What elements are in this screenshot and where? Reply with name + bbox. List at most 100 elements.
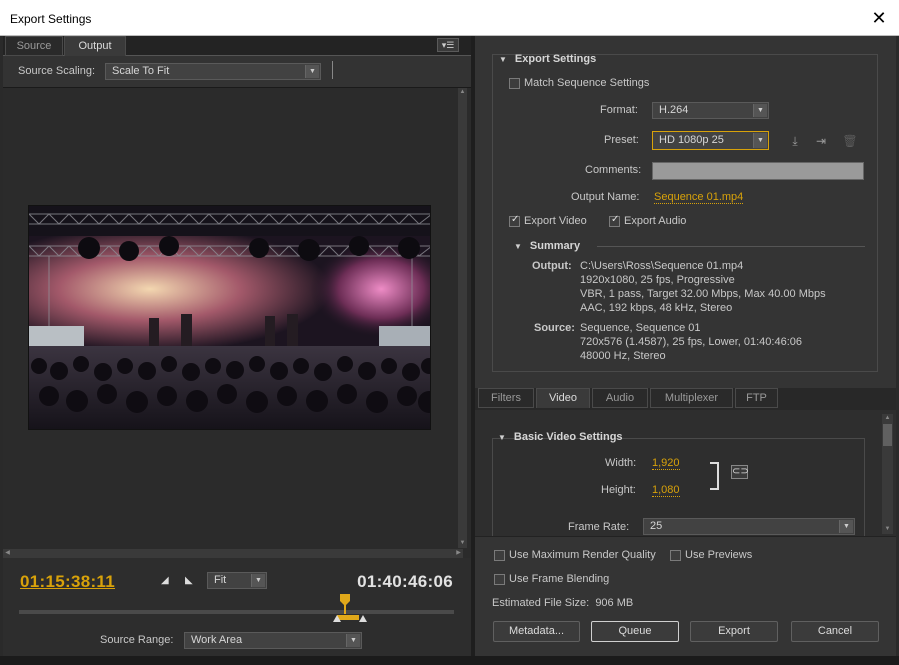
settings-scrollbar[interactable]: ▲ ▼: [882, 414, 893, 534]
export-video-checkbox[interactable]: [509, 214, 520, 227]
frame-blending-label: Use Frame Blending: [509, 573, 610, 585]
summary-output-line: VBR, 1 pass, Target 32.00 Mbps, Max 40.0…: [580, 288, 826, 300]
chevron-down-icon: ▼: [346, 634, 360, 647]
save-preset-icon[interactable]: ⤓: [786, 133, 804, 149]
preview-panel: Source Output ▾☰ Source Scaling: Scale T…: [3, 36, 471, 656]
preview-horizontal-scrollbar[interactable]: ◀ ▶: [3, 549, 463, 558]
settings-tabs: Filters Video Audio Multiplexer FTP: [475, 388, 896, 410]
chevron-down-icon: ▼: [753, 133, 767, 148]
tab-output[interactable]: Output: [64, 36, 126, 56]
preset-dropdown[interactable]: HD 1080p 25 ▼: [652, 131, 769, 150]
preview-area: ▲ ▼ ◀ ▶: [3, 88, 471, 558]
max-render-quality-checkbox[interactable]: [494, 550, 505, 561]
use-previews-label: Use Previews: [685, 549, 753, 561]
frame-blending-checkbox[interactable]: [494, 574, 505, 585]
export-button[interactable]: Export: [690, 621, 778, 642]
max-render-quality-label: Use Maximum Render Quality: [509, 549, 656, 561]
scroll-right-icon[interactable]: ▶: [454, 549, 463, 558]
preview-vertical-scrollbar[interactable]: ▲ ▼: [458, 88, 467, 548]
queue-button[interactable]: Queue: [591, 621, 679, 642]
height-value[interactable]: 1,080: [652, 484, 680, 497]
format-dropdown[interactable]: H.264 ▼: [652, 102, 769, 119]
tab-filters[interactable]: Filters: [478, 388, 534, 408]
bottom-panel: Use Maximum Render Quality Use Previews …: [475, 536, 896, 656]
chevron-down-icon: ▼: [753, 104, 767, 117]
timeline-track[interactable]: [19, 610, 454, 614]
source-scaling-label: Source Scaling:: [18, 65, 96, 77]
tab-ftp[interactable]: FTP: [735, 388, 778, 408]
tab-video[interactable]: Video: [536, 388, 590, 408]
source-range-dropdown[interactable]: Work Area ▼: [184, 632, 362, 649]
triangle-down-icon: ▼: [498, 433, 506, 442]
video-settings-scrollarea: ▼ Basic Video Settings Width: 1,920 Heigh…: [475, 410, 896, 536]
comments-field[interactable]: [652, 162, 864, 180]
comments-label: Comments:: [585, 164, 642, 176]
video-preview-frame: [28, 205, 431, 430]
summary-source-label: Source:: [534, 322, 575, 334]
export-settings-heading[interactable]: ▼ Export Settings: [499, 53, 596, 65]
use-previews-checkbox[interactable]: [670, 550, 681, 561]
chevron-down-icon: ▼: [251, 574, 265, 587]
basic-video-heading[interactable]: ▼ Basic Video Settings: [498, 431, 623, 443]
chevron-down-icon: ▼: [305, 65, 319, 78]
scroll-down-icon[interactable]: ▼: [882, 525, 893, 534]
separator: [332, 61, 333, 79]
zoom-dropdown[interactable]: Fit ▼: [207, 572, 267, 589]
scroll-left-icon[interactable]: ◀: [3, 549, 12, 558]
match-sequence-label: Match Sequence Settings: [524, 77, 650, 89]
match-sequence-checkbox[interactable]: [509, 78, 520, 89]
background-strip: [0, 656, 899, 665]
summary-heading[interactable]: ▼ Summary: [514, 240, 580, 252]
source-scaling-bar: Source Scaling: Scale To Fit ▼: [3, 56, 471, 88]
window-titlebar: Export Settings ✕: [0, 0, 899, 36]
current-timecode[interactable]: 01:15:38:11: [20, 572, 115, 592]
tab-audio[interactable]: Audio: [592, 388, 648, 408]
close-icon[interactable]: ✕: [859, 0, 899, 36]
width-label: Width:: [605, 457, 637, 469]
set-out-point-icon[interactable]: ◣: [185, 575, 193, 586]
scroll-thumb[interactable]: [883, 424, 892, 446]
source-scaling-dropdown[interactable]: Scale To Fit ▼: [105, 63, 321, 80]
preset-value: HD 1080p 25: [659, 134, 724, 146]
output-name-link[interactable]: Sequence 01.mp4: [654, 191, 744, 204]
work-area-bar[interactable]: [331, 613, 371, 623]
preview-tabs: Source Output ▾☰: [3, 36, 471, 56]
summary-source-line: Sequence, Sequence 01: [580, 322, 701, 334]
summary-output-line: AAC, 192 kbps, 48 kHz, Stereo: [580, 302, 733, 314]
scroll-up-icon[interactable]: ▲: [458, 88, 467, 97]
estimated-file-size: Estimated File Size: 906 MB: [492, 597, 634, 609]
panel-menu-icon[interactable]: ▾☰: [437, 38, 459, 52]
tab-multiplexer[interactable]: Multiplexer: [650, 388, 733, 408]
zoom-value: Fit: [214, 574, 227, 586]
playhead-icon[interactable]: [339, 594, 351, 614]
summary-source-line: 720x576 (1.4587), 25 fps, Lower, 01:40:4…: [580, 336, 802, 348]
scroll-down-icon[interactable]: ▼: [458, 539, 467, 548]
summary-output-line: C:\Users\Ross\Sequence 01.mp4: [580, 260, 744, 272]
summary-output-label: Output:: [532, 260, 572, 272]
source-range-value: Work Area: [191, 634, 243, 646]
delete-preset-icon[interactable]: 🗑: [841, 133, 859, 149]
import-preset-icon[interactable]: ⇥: [812, 133, 830, 149]
link-chain-icon[interactable]: ⊂⊃: [731, 465, 749, 479]
tab-source[interactable]: Source: [5, 36, 63, 56]
set-in-point-icon[interactable]: ◢: [161, 575, 169, 586]
frame-rate-dropdown[interactable]: 25 ▼: [643, 518, 855, 535]
width-value[interactable]: 1,920: [652, 457, 680, 470]
constrain-bracket: [710, 462, 719, 490]
summary-output-line: 1920x1080, 25 fps, Progressive: [580, 274, 735, 286]
source-range-label: Source Range:: [100, 634, 174, 646]
window-title: Export Settings: [10, 12, 92, 26]
triangle-down-icon: ▼: [514, 242, 522, 251]
frame-rate-value: 25: [650, 520, 663, 532]
height-label: Height:: [601, 484, 636, 496]
export-video-label: Export Video: [524, 215, 587, 227]
duration-timecode: 01:40:46:06: [357, 572, 453, 591]
timecode-bar: 01:15:38:11 ◢ ◣ Fit ▼ 01:40:46:06 Source…: [3, 558, 471, 656]
cancel-button[interactable]: Cancel: [791, 621, 879, 642]
export-audio-checkbox[interactable]: [609, 214, 620, 227]
chevron-down-icon: ▼: [839, 520, 853, 533]
preset-label: Preset:: [604, 134, 639, 146]
scroll-up-icon[interactable]: ▲: [882, 414, 893, 423]
metadata-button[interactable]: Metadata...: [493, 621, 580, 642]
output-name-label: Output Name:: [571, 191, 640, 203]
